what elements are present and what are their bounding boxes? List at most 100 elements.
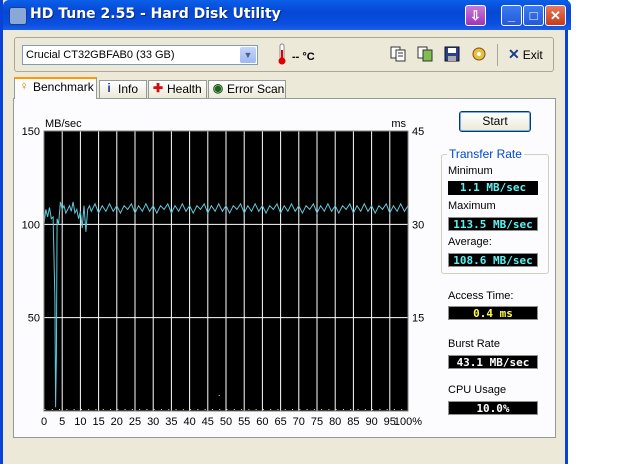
access-time-point (160, 409, 162, 410)
burst-rate-value: 43.1 MB/sec (448, 355, 538, 369)
access-time-point (204, 409, 206, 410)
access-time-point (131, 409, 133, 410)
tab-error-scan-label: Error Scan (227, 82, 285, 96)
transfer-rate-title: Transfer Rate (447, 147, 524, 161)
x-tick-label: 65 (274, 416, 286, 428)
burst-rate-label: Burst Rate (448, 338, 500, 350)
maximum-label: Maximum (448, 200, 496, 212)
x-tick-label: 40 (183, 416, 195, 428)
x-tick-label: 45 (202, 416, 214, 428)
thermometer-icon (278, 43, 286, 65)
exit-icon: ✕ (508, 46, 520, 62)
access-time-point (80, 409, 82, 410)
minimize-button[interactable]: _ (501, 5, 522, 26)
close-button[interactable]: ✕ (545, 5, 566, 26)
x-tick-label: 50 (220, 416, 232, 428)
access-time-label: Access Time: (448, 290, 514, 302)
access-time-point (299, 409, 301, 410)
access-time-point (284, 409, 286, 410)
y-right-axis-label: ms (391, 118, 406, 130)
exit-label: Exit (522, 48, 543, 62)
access-time-point (306, 409, 308, 410)
access-time-point (218, 395, 220, 396)
access-time-point (95, 409, 97, 410)
x-tick-label: 70 (293, 416, 305, 428)
y-left-tick-label: 150 (22, 126, 40, 138)
drive-selected-value: Crucial CT32GBFAB0 (33 GB) (26, 49, 175, 61)
maximum-value: 113.5 MB/sec (448, 217, 538, 231)
access-time-point (241, 409, 243, 410)
x-tick-label: 100% (394, 416, 422, 428)
access-time-point (168, 409, 170, 410)
x-tick-label: 80 (329, 416, 341, 428)
access-time-point (342, 409, 344, 410)
access-time-point (44, 409, 46, 410)
options-icon[interactable] (471, 46, 487, 62)
access-time-point (270, 409, 272, 410)
access-time-point (248, 409, 250, 410)
access-time-point (146, 409, 148, 410)
magnifier-icon: ◉ (212, 81, 224, 95)
minimum-label: Minimum (448, 165, 493, 177)
tab-info-label: Info (118, 82, 139, 96)
access-time-point (277, 409, 279, 410)
access-time-point (313, 409, 315, 410)
x-tick-label: 0 (41, 416, 47, 428)
access-time-point (182, 409, 184, 410)
tab-benchmark-label: Benchmark (33, 80, 94, 94)
x-tick-label: 30 (147, 416, 159, 428)
y-right-tick-label: 15 (412, 313, 424, 325)
access-time-point (110, 409, 112, 410)
access-time-point (372, 409, 374, 410)
access-time-point (59, 409, 61, 410)
x-tick-label: 10 (74, 416, 86, 428)
access-time-point (211, 409, 213, 410)
y-left-tick-label: 50 (28, 313, 40, 325)
x-tick-label: 60 (256, 416, 268, 428)
exit-button[interactable]: ✕ Exit (508, 46, 543, 63)
access-time-point (379, 409, 381, 410)
access-time-point (102, 409, 104, 410)
access-time-point (328, 409, 330, 410)
access-time-value: 0.4 ms (448, 306, 538, 320)
window-title: HD Tune 2.55 - Hard Disk Utility (30, 6, 281, 22)
minimum-value: 1.1 MB/sec (448, 181, 538, 195)
title-bar[interactable]: HD Tune 2.55 - Hard Disk Utility ⇩ _ □ ✕ (3, 0, 571, 30)
maximize-button[interactable]: □ (523, 5, 544, 26)
access-time-point (153, 409, 155, 410)
drive-dropdown[interactable]: Crucial CT32GBFAB0 (33 GB) ▼ (22, 45, 258, 65)
access-time-point (190, 409, 192, 410)
x-tick-label: 90 (365, 416, 377, 428)
access-time-point (335, 409, 337, 410)
toolbar-separator (497, 44, 498, 66)
download-icon[interactable]: ⇩ (465, 5, 486, 26)
access-time-point (401, 409, 403, 410)
chevron-down-icon[interactable]: ▼ (240, 47, 256, 63)
x-tick-label: 5 (59, 416, 65, 428)
y-right-tick-label: 45 (412, 126, 424, 138)
access-time-point (292, 409, 294, 410)
tab-health[interactable]: ✚ Health (148, 80, 207, 98)
x-tick-label: 25 (129, 416, 141, 428)
copy-screen-icon[interactable] (417, 46, 433, 62)
access-time-point (219, 409, 221, 410)
temperature-readout: -- °C (292, 51, 315, 63)
access-time-point (350, 409, 352, 410)
save-icon[interactable] (444, 46, 460, 62)
y-left-tick-label: 100 (22, 219, 40, 231)
access-time-point (117, 409, 119, 410)
health-cross-icon: ✚ (152, 81, 164, 95)
tab-info[interactable]: i Info (99, 80, 147, 98)
access-time-point (175, 409, 177, 410)
y-left-axis-label: MB/sec (45, 118, 82, 130)
access-time-point (393, 409, 395, 410)
x-tick-label: 20 (111, 416, 123, 428)
access-time-point (321, 409, 323, 410)
tab-error-scan[interactable]: ◉ Error Scan (208, 80, 286, 98)
access-time-point (386, 409, 388, 410)
start-button[interactable]: Start (459, 111, 531, 132)
tab-health-label: Health (167, 82, 202, 96)
tab-benchmark[interactable]: ♀ Benchmark (14, 77, 97, 99)
copy-text-icon[interactable] (390, 46, 406, 62)
access-time-point (73, 409, 75, 410)
